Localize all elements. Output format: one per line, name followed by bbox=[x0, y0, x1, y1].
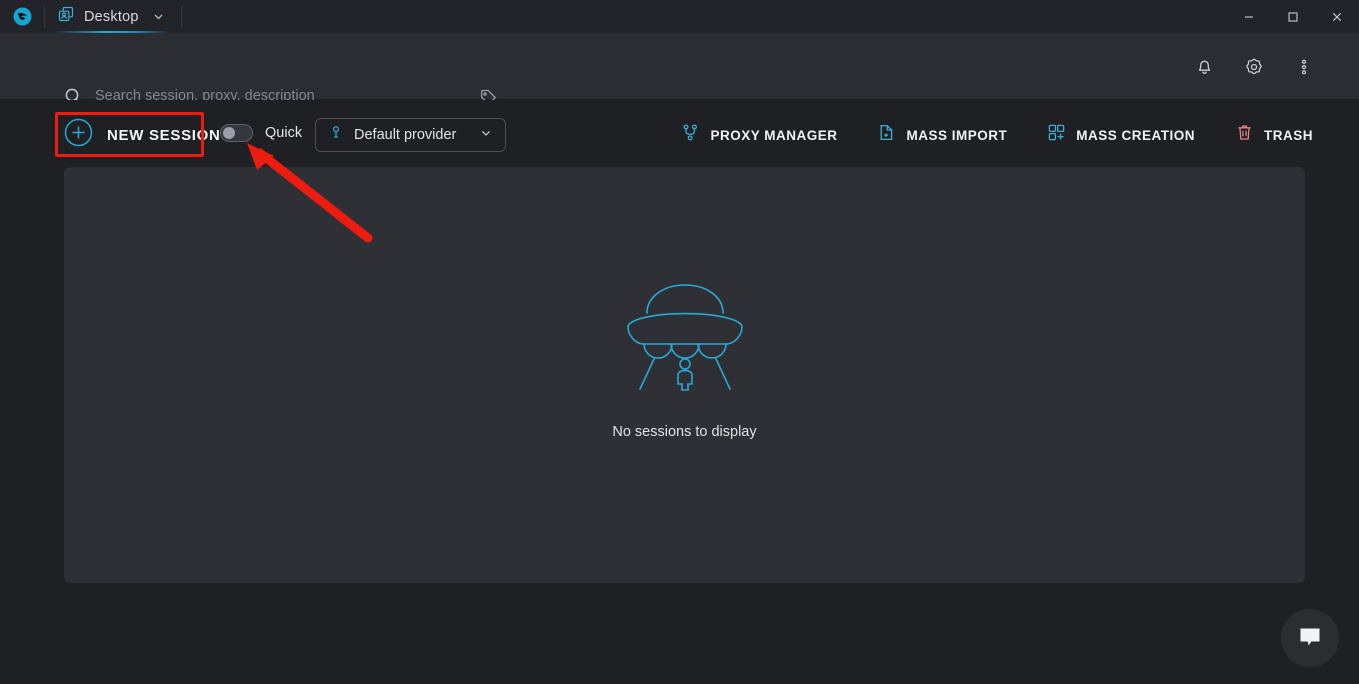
title-bar: Desktop bbox=[0, 0, 1359, 33]
sessions-panel: No sessions to display bbox=[64, 167, 1305, 583]
maximize-button[interactable] bbox=[1271, 0, 1315, 33]
provider-dropdown-value: Default provider bbox=[354, 127, 469, 143]
chat-bubble-icon bbox=[1297, 623, 1323, 654]
settings-button[interactable] bbox=[1239, 52, 1269, 82]
proxy-manager-label: PROXY MANAGER bbox=[710, 128, 837, 143]
quick-toggle[interactable]: Quick bbox=[220, 124, 302, 142]
minimize-button[interactable] bbox=[1227, 0, 1271, 33]
chat-support-button[interactable] bbox=[1281, 609, 1339, 667]
mass-import-button[interactable]: MASS IMPORT bbox=[877, 123, 1007, 147]
provider-dropdown[interactable]: Default provider bbox=[315, 118, 506, 152]
tab-label: Desktop bbox=[84, 9, 139, 25]
ufo-abduction-icon bbox=[610, 271, 760, 396]
titlebar-divider-2 bbox=[181, 6, 182, 28]
window-controls bbox=[1227, 0, 1359, 33]
close-button[interactable] bbox=[1315, 0, 1359, 33]
plus-circle-icon bbox=[64, 118, 93, 152]
empty-state-text: No sessions to display bbox=[612, 424, 756, 440]
chevron-down-icon bbox=[479, 126, 493, 145]
mass-creation-label: MASS CREATION bbox=[1076, 128, 1195, 143]
quick-toggle-knob bbox=[223, 127, 235, 139]
new-session-label: NEW SESSION bbox=[107, 127, 221, 144]
toolbar-actions: PROXY MANAGER MASS IMPORT M bbox=[681, 118, 1313, 152]
mass-creation-button[interactable]: MASS CREATION bbox=[1047, 123, 1195, 147]
profiles-stack-icon bbox=[57, 5, 75, 28]
app-window: Desktop bbox=[0, 0, 1359, 684]
new-session-button[interactable]: NEW SESSION bbox=[64, 118, 221, 152]
search-header bbox=[0, 33, 1359, 100]
trash-label: TRASH bbox=[1264, 128, 1313, 143]
notifications-button[interactable] bbox=[1189, 52, 1219, 82]
quick-toggle-label: Quick bbox=[265, 125, 302, 141]
proxy-branch-icon bbox=[681, 123, 700, 147]
empty-state: No sessions to display bbox=[64, 271, 1305, 440]
user-icon bbox=[328, 125, 344, 146]
app-logo-icon bbox=[0, 0, 44, 33]
header-icon-group bbox=[1189, 33, 1319, 100]
tab-desktop[interactable]: Desktop bbox=[45, 0, 179, 33]
trash-button[interactable]: TRASH bbox=[1235, 123, 1313, 147]
quick-toggle-switch[interactable] bbox=[220, 124, 253, 142]
trash-icon bbox=[1235, 123, 1254, 147]
proxy-manager-button[interactable]: PROXY MANAGER bbox=[681, 123, 837, 147]
more-options-button[interactable] bbox=[1289, 52, 1319, 82]
mass-import-label: MASS IMPORT bbox=[906, 128, 1007, 143]
chevron-down-icon[interactable] bbox=[152, 10, 165, 23]
grid-plus-icon bbox=[1047, 123, 1066, 147]
file-plus-icon bbox=[877, 123, 896, 147]
